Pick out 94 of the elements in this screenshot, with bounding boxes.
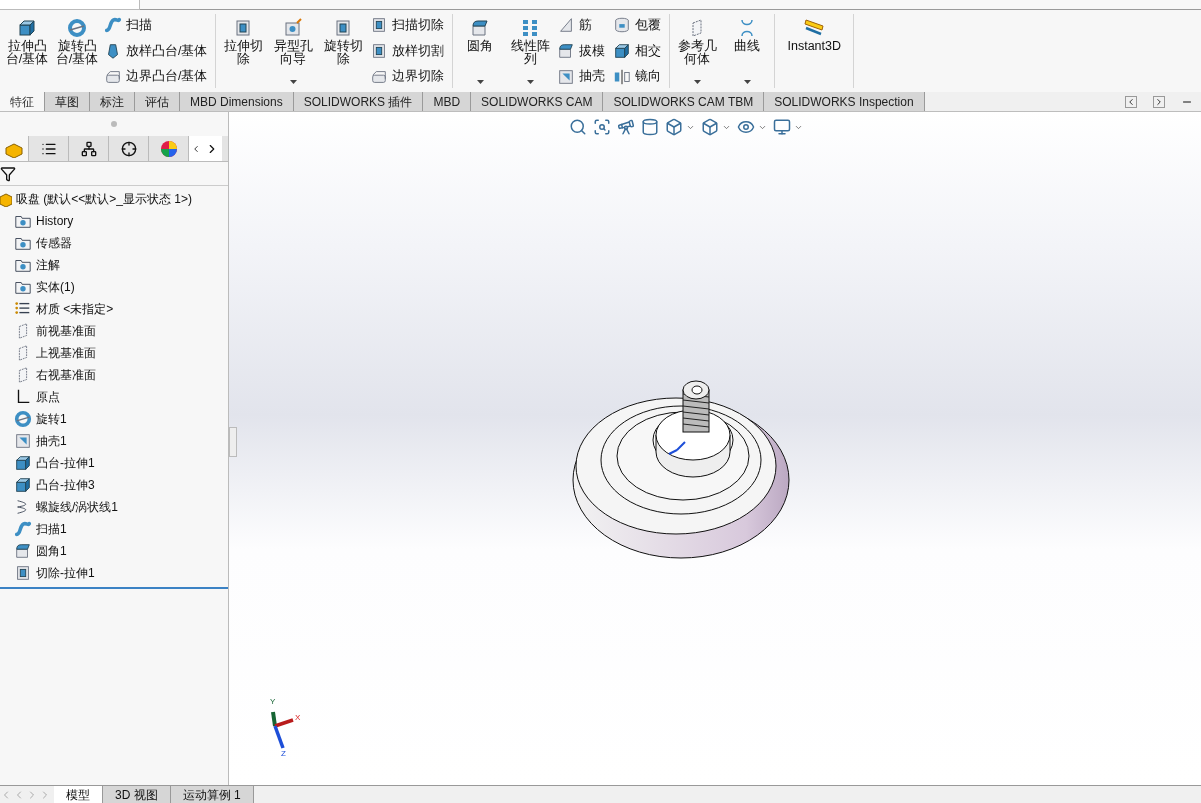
s-curve-icon: [104, 16, 122, 35]
view-orientation-icon[interactable]: [701, 118, 719, 136]
ribbon-button[interactable]: 旋转切除: [320, 14, 367, 88]
z-axis-label: Z: [281, 750, 286, 758]
ribbon-small-button[interactable]: 边界凸台/基体: [104, 67, 212, 86]
ring-icon: [67, 18, 87, 38]
ribbon-small-button[interactable]: 扫描切除: [370, 16, 449, 35]
command-tab[interactable]: SOLIDWORKS 插件: [293, 92, 424, 111]
tree-item[interactable]: 扫描1: [0, 518, 228, 540]
panel-grip-icon[interactable]: [111, 121, 117, 127]
part-icon: [0, 191, 12, 207]
view-tab[interactable]: 模型: [54, 786, 103, 803]
tree-item[interactable]: 抽壳1: [0, 430, 228, 452]
ribbon-button[interactable]: 曲线: [724, 14, 771, 88]
cube-icon: [17, 18, 37, 38]
ring-icon: [14, 410, 32, 428]
dropdown-caret-icon[interactable]: [527, 80, 534, 84]
dropdown-caret-icon[interactable]: [477, 80, 484, 84]
tree-item[interactable]: 圆角1: [0, 540, 228, 562]
ribbon-small-button[interactable]: 镜向: [613, 67, 666, 86]
splitter-handle-icon[interactable]: [229, 427, 237, 457]
hollow-box-icon: [14, 564, 32, 582]
dropdown-caret-icon[interactable]: [744, 80, 751, 84]
tree-item[interactable]: 材质 <未指定>: [0, 298, 228, 320]
tree-root-label[interactable]: 吸盘 (默认<<默认>_显示状态 1>): [16, 190, 193, 208]
tree-item[interactable]: 前视基准面: [0, 320, 228, 342]
tree-item[interactable]: 原点: [0, 386, 228, 408]
command-tab[interactable]: 特征: [0, 92, 45, 111]
shell-box-icon: [557, 67, 576, 86]
ribbon-small-button[interactable]: 包覆: [613, 16, 666, 35]
ribbon-small-button[interactable]: 筋: [557, 16, 610, 35]
rounded-block-icon: [557, 42, 576, 60]
ribbon-small-button[interactable]: 放样凸台/基体: [104, 41, 212, 61]
ribbon-button[interactable]: 旋转凸台/基体: [54, 14, 100, 88]
ribbon-small-button[interactable]: 放样切割: [370, 41, 449, 61]
command-tab[interactable]: SOLIDWORKS CAM: [471, 92, 604, 111]
command-tab[interactable]: 标注: [90, 92, 135, 111]
cube-icon: [613, 42, 632, 60]
y-axis-label: Y: [270, 698, 276, 706]
ribbon-small-button[interactable]: 拔模: [557, 41, 610, 61]
s-curve-icon: [14, 520, 32, 538]
shell-box-icon: [14, 432, 32, 450]
tree-item[interactable]: 上视基准面: [0, 342, 228, 364]
tree-item[interactable]: 实体(1): [0, 276, 228, 298]
ribbon-small-button[interactable]: 相交: [613, 41, 666, 61]
zoom-fit-icon[interactable]: [569, 118, 587, 136]
view-tab[interactable]: 运动算例 1: [170, 786, 254, 803]
previous-icon[interactable]: [1125, 95, 1137, 108]
part-tab-icon[interactable]: [0, 136, 28, 161]
ribbon-small-button[interactable]: 扫描: [104, 16, 212, 35]
x-axis-label: X: [295, 714, 301, 722]
command-tab[interactable]: 草图: [45, 92, 90, 111]
tree-item[interactable]: 螺旋线/涡状线1: [0, 496, 228, 518]
tree-item[interactable]: 凸台-拉伸1: [0, 452, 228, 474]
dropdown-caret-icon[interactable]: [290, 80, 297, 84]
ribbon-button[interactable]: 线性阵列: [507, 14, 554, 88]
command-tab[interactable]: 评估: [135, 92, 180, 111]
filter-icon[interactable]: [0, 165, 16, 182]
tree-item[interactable]: 右视基准面: [0, 364, 228, 386]
zoom-area-icon[interactable]: [593, 118, 611, 136]
dropdown-caret-icon[interactable]: [694, 80, 701, 84]
tree-item[interactable]: 传感器: [0, 232, 228, 254]
tree-item[interactable]: 凸台-拉伸3: [0, 474, 228, 496]
ruler-icon: [804, 18, 825, 38]
rounded-block-icon: [470, 18, 491, 38]
tree-item[interactable]: 注解: [0, 254, 228, 276]
eye-icon[interactable]: [737, 118, 755, 136]
ribbon-small-button[interactable]: 抽壳: [557, 67, 610, 86]
ribbon-button[interactable]: 异型孔向导: [270, 14, 317, 88]
ribbon-button[interactable]: 参考几何体: [674, 14, 721, 88]
monitor-icon[interactable]: [773, 118, 791, 136]
command-tab[interactable]: SOLIDWORKS CAM TBM: [603, 92, 765, 111]
hole-icon: [283, 18, 304, 38]
ribbon-button[interactable]: 拉伸凸台/基体: [4, 14, 50, 88]
telescope-icon[interactable]: [617, 118, 635, 136]
cube-icon: [14, 454, 32, 472]
rounded-block-icon: [14, 542, 32, 560]
cube-icon[interactable]: [665, 118, 683, 136]
next-icon[interactable]: [1153, 95, 1165, 108]
mirror-icon: [613, 67, 632, 86]
tree-item[interactable]: History: [0, 210, 228, 232]
command-tab[interactable]: MBD Dimensions: [180, 92, 294, 111]
scroll-right-icon[interactable]: [202, 136, 222, 161]
view-tab[interactable]: 3D 视图: [103, 786, 171, 803]
ribbon-button[interactable]: 拉伸切除: [220, 14, 267, 88]
ribbon-button[interactable]: 圆角: [457, 14, 504, 88]
tree-item[interactable]: 旋转1: [0, 408, 228, 430]
ribbon-small-button[interactable]: 边界切除: [370, 67, 449, 86]
cube-icon: [14, 476, 32, 494]
command-tab[interactable]: SOLIDWORKS Inspection: [764, 92, 925, 111]
command-tab[interactable]: MBD: [423, 92, 472, 111]
cylinder-icon: [613, 16, 632, 35]
ribbon-button[interactable]: Instant3D: [779, 14, 849, 88]
tree-item[interactable]: 切除-拉伸1: [0, 562, 228, 584]
